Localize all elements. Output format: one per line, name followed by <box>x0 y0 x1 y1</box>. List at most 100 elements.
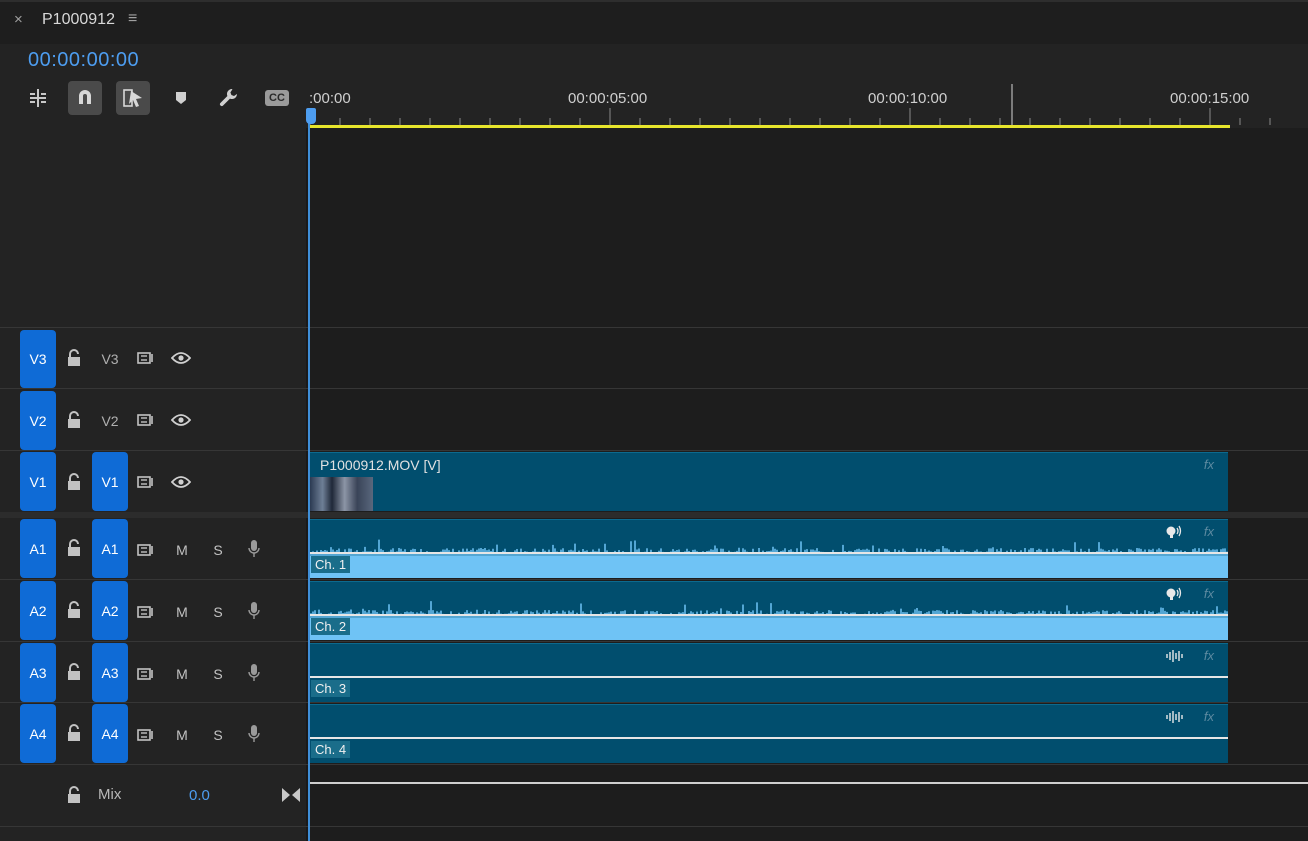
audio-clip-a1[interactable]: fx Ch. 1 <box>309 519 1228 578</box>
panel-header <box>0 0 1308 44</box>
voiceover-mic-icon[interactable] <box>244 723 264 745</box>
insert-nest-icon <box>30 89 46 107</box>
audio-clip-a3[interactable]: fx Ch. 3 <box>309 643 1228 702</box>
sequence-tab-title[interactable]: P1000912 <box>42 11 115 29</box>
target-track-a1[interactable]: A1 <box>92 519 128 578</box>
mix-volume-value[interactable]: 0.0 <box>189 787 210 804</box>
playhead-line[interactable] <box>308 110 310 841</box>
target-track-v3[interactable]: V3 <box>92 330 128 388</box>
track-header-a3: A3 A3 M S <box>0 642 306 703</box>
captions-button[interactable]: CC <box>260 81 294 115</box>
solo-button[interactable]: S <box>208 540 228 560</box>
snap-button[interactable] <box>68 81 102 115</box>
clip-thumbnail <box>310 477 373 511</box>
lock-icon[interactable] <box>64 662 84 682</box>
target-track-a3[interactable]: A3 <box>92 643 128 702</box>
audio-waveform-icon <box>1165 710 1187 726</box>
mix-pan-icon[interactable] <box>280 785 302 805</box>
clip-volume-line[interactable] <box>309 676 1228 678</box>
mute-button[interactable]: M <box>172 725 192 745</box>
sync-lock-icon[interactable] <box>136 664 156 684</box>
sync-lock-icon[interactable] <box>136 725 156 745</box>
lock-icon[interactable] <box>64 785 84 805</box>
source-patch-a3[interactable]: A3 <box>20 643 56 702</box>
fx-badge: fx <box>1203 648 1214 663</box>
fx-badge: fx <box>1203 709 1214 724</box>
panel-menu-icon[interactable]: ≡ <box>128 10 137 28</box>
source-patch-v1[interactable]: V1 <box>20 452 56 511</box>
playhead-handle[interactable] <box>306 108 316 124</box>
wrench-settings-icon <box>219 88 238 107</box>
linked-selection-icon <box>123 89 142 107</box>
eye-icon[interactable] <box>170 348 192 368</box>
mix-label: Mix <box>98 786 122 803</box>
clip-name: P1000912.MOV [V] <box>320 457 441 473</box>
fx-badge: fx <box>1203 524 1214 539</box>
voiceover-mic-icon[interactable] <box>244 662 264 684</box>
sync-lock-icon[interactable] <box>136 472 156 492</box>
mix-track-header: Mix 0.0 <box>0 765 306 826</box>
track-header-a1: A1 A1 M S <box>0 518 306 579</box>
insert-nest-button[interactable] <box>21 81 55 115</box>
voiceover-mic-icon[interactable] <box>244 600 264 622</box>
solo-button[interactable]: S <box>208 664 228 684</box>
source-patch-a1[interactable]: A1 <box>20 519 56 578</box>
mute-button[interactable]: M <box>172 602 192 622</box>
source-patch-v3[interactable]: V3 <box>20 330 56 388</box>
add-marker-icon <box>176 92 186 104</box>
target-track-a4[interactable]: A4 <box>92 704 128 763</box>
fx-badge: fx <box>1203 457 1214 472</box>
timeline-settings-button[interactable] <box>212 81 246 115</box>
ruler-ticks <box>309 84 1271 125</box>
sync-lock-icon[interactable] <box>136 602 156 622</box>
channel-label: Ch. 2 <box>311 618 351 635</box>
lock-icon[interactable] <box>64 410 84 430</box>
linked-selection-button[interactable] <box>116 81 150 115</box>
audio-clip-a2[interactable]: fx Ch. 2 <box>309 581 1228 640</box>
speech-icon <box>1165 525 1187 541</box>
lock-icon[interactable] <box>64 472 84 492</box>
mute-button[interactable]: M <box>172 664 192 684</box>
track-header-v2: V2 V2 <box>0 389 306 450</box>
lock-icon[interactable] <box>64 600 84 620</box>
video-clip[interactable]: P1000912.MOV [V] fx <box>309 452 1228 511</box>
speech-icon <box>1165 587 1187 603</box>
lock-icon[interactable] <box>64 723 84 743</box>
channel-label: Ch. 3 <box>311 680 351 697</box>
clip-volume-line[interactable] <box>309 737 1228 739</box>
close-panel-button[interactable]: × <box>14 11 23 28</box>
source-patch-a2[interactable]: A2 <box>20 581 56 640</box>
solo-button[interactable]: S <box>208 602 228 622</box>
sync-lock-icon[interactable] <box>136 348 156 368</box>
captions-cc-icon: CC <box>265 90 289 106</box>
audio-waveform-icon <box>1165 649 1187 665</box>
mute-button[interactable]: M <box>172 540 192 560</box>
eye-icon[interactable] <box>170 472 192 492</box>
mix-volume-line[interactable] <box>310 782 1308 784</box>
channel-label: Ch. 4 <box>311 741 351 758</box>
audio-clip-a4[interactable]: fx Ch. 4 <box>309 704 1228 763</box>
sync-lock-icon[interactable] <box>136 410 156 430</box>
snap-magnet-icon <box>79 90 91 104</box>
source-patch-v2[interactable]: V2 <box>20 391 56 450</box>
voiceover-mic-icon[interactable] <box>244 538 264 560</box>
target-track-a2[interactable]: A2 <box>92 581 128 640</box>
track-header-a2: A2 A2 M S <box>0 580 306 641</box>
row-separator <box>0 826 1308 827</box>
sync-lock-icon[interactable] <box>136 540 156 560</box>
lock-icon[interactable] <box>64 538 84 558</box>
clip-volume-line[interactable] <box>309 614 1228 616</box>
clip-volume-line[interactable] <box>309 552 1228 554</box>
target-track-v1[interactable]: V1 <box>92 452 128 511</box>
time-ruler[interactable]: :00:00 00:00:05:00 00:00:10:00 00:00:15:… <box>308 84 1308 130</box>
playhead-timecode[interactable]: 00:00:00:00 <box>28 49 139 72</box>
source-patch-a4[interactable]: A4 <box>20 704 56 763</box>
add-marker-button[interactable] <box>164 81 198 115</box>
solo-button[interactable]: S <box>208 725 228 745</box>
waveform <box>309 601 1228 640</box>
lock-icon[interactable] <box>64 348 84 368</box>
track-header-v3: V3 V3 <box>0 328 306 388</box>
channel-label: Ch. 1 <box>311 556 351 573</box>
target-track-v2[interactable]: V2 <box>92 391 128 450</box>
eye-icon[interactable] <box>170 410 192 430</box>
